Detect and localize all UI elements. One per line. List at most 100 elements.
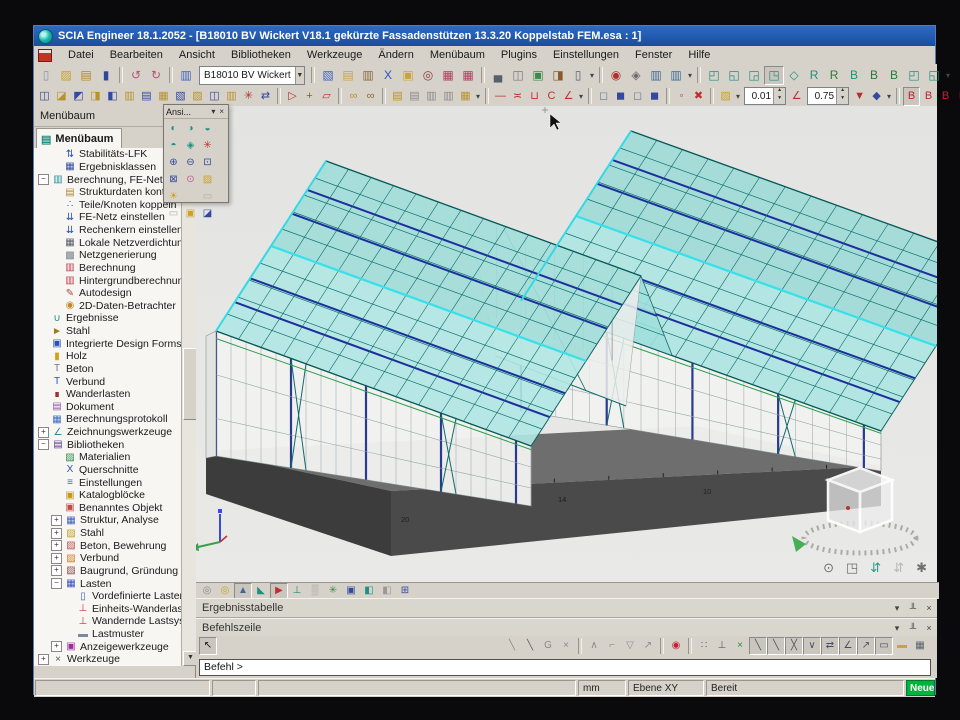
- expand-toggle[interactable]: −: [38, 174, 49, 185]
- view-grid-button[interactable]: ◰: [904, 66, 924, 85]
- snap-crossing-button[interactable]: ╳: [785, 637, 803, 655]
- solid-union-button[interactable]: ◼: [646, 87, 663, 106]
- redo-button[interactable]: ↻: [146, 66, 166, 85]
- zoom-out-button[interactable]: ⊖: [182, 154, 199, 171]
- tree-item-stabilit-ts-lfk[interactable]: ⇅Stabilitäts-LFK: [34, 148, 181, 161]
- menu-datei[interactable]: Datei: [60, 47, 102, 63]
- menu-ndern[interactable]: Ändern: [370, 47, 421, 63]
- tab-menubaum[interactable]: ▤ Menübaum: [36, 128, 122, 149]
- light-toggle-button[interactable]: ☀: [165, 188, 182, 205]
- tree-item-einheits-wanderlast[interactable]: ⊥Einheits-Wanderlast: [34, 603, 181, 616]
- expand-toggle[interactable]: +: [38, 654, 49, 665]
- member-dim-button[interactable]: ▥: [223, 87, 240, 106]
- snap-step-spinner[interactable]: 0.01▲▼: [744, 87, 786, 105]
- view-rendered-button[interactable]: ◲: [744, 66, 764, 85]
- close-icon[interactable]: ×: [921, 603, 937, 613]
- load-lock-button[interactable]: B: [954, 87, 960, 106]
- tree-item-benanntes-objekt[interactable]: ▣Benanntes Objekt: [34, 502, 181, 515]
- view-loads-button[interactable]: R: [824, 66, 844, 85]
- overflow-caret[interactable]: ▾: [577, 92, 585, 101]
- tree-item-stahl[interactable]: ►Stahl: [34, 325, 181, 338]
- copy-attributes-button[interactable]: ▥: [423, 87, 440, 106]
- view-top-button[interactable]: ◒: [199, 120, 216, 137]
- tree-item-lasten[interactable]: −▦Lasten: [34, 577, 181, 590]
- image-disabled-button[interactable]: ▭: [199, 188, 216, 205]
- show-wireframe-button[interactable]: ◧: [378, 583, 396, 599]
- view-beams-button[interactable]: ◰: [704, 66, 724, 85]
- tree-item-holz[interactable]: ▮Holz: [34, 350, 181, 363]
- recalculate-button[interactable]: ◉: [606, 66, 626, 85]
- dimension-star-button[interactable]: ✳: [240, 87, 257, 106]
- flip-view-icon[interactable]: ⇵: [870, 560, 881, 576]
- view-properties-button[interactable]: ◪: [199, 205, 216, 222]
- axonometric-view-button[interactable]: ✳: [199, 137, 216, 154]
- paste-button[interactable]: ▥: [358, 66, 378, 85]
- menu-bibliotheken[interactable]: Bibliotheken: [223, 47, 299, 63]
- clipboard-picture-button[interactable]: ▣: [398, 66, 418, 85]
- tree-item-strukturdaten-kontro[interactable]: ▤Strukturdaten kontro: [34, 186, 181, 199]
- save-archive-button[interactable]: ▤: [76, 66, 96, 85]
- load-case-b3-button[interactable]: B: [937, 87, 954, 106]
- undo-button[interactable]: ↺: [126, 66, 146, 85]
- viewport-settings-gear-icon[interactable]: ✱: [916, 560, 927, 576]
- view-dimensions-button[interactable]: B: [884, 66, 904, 85]
- tree-item-berechnungsprotokoll[interactable]: ▦Berechnungsprotokoll: [34, 413, 181, 426]
- expand-toggle[interactable]: +: [51, 553, 62, 564]
- drawing-gallery-button[interactable]: ▦: [458, 66, 478, 85]
- member-2d-button[interactable]: ◩: [70, 87, 87, 106]
- menu-men-baum[interactable]: Menübaum: [422, 47, 493, 63]
- tree-item-werkzeuge[interactable]: +×Werkzeuge: [34, 653, 181, 666]
- cutting-plane-button[interactable]: ✖: [690, 87, 707, 106]
- snap-curve-button[interactable]: G: [539, 637, 557, 655]
- member-info-button[interactable]: ◧: [104, 87, 121, 106]
- chevron-down-icon[interactable]: ▾: [209, 107, 217, 116]
- layers-edit-button[interactable]: ▤: [406, 87, 423, 106]
- menu-fenster[interactable]: Fenster: [627, 47, 680, 63]
- results-columns-button[interactable]: ▥: [646, 66, 666, 85]
- member-table-button[interactable]: ▤: [138, 87, 155, 106]
- snap-vertex-button[interactable]: ∨: [803, 637, 821, 655]
- tree-item-berechnung-fe-netz[interactable]: −▥Berechnung, FE-Netz: [34, 173, 181, 186]
- menu-hilfe[interactable]: Hilfe: [680, 47, 718, 63]
- tree-item-querschnitte[interactable]: XQuerschnitte: [34, 464, 181, 477]
- show-model-data-button[interactable]: ✳: [324, 583, 342, 599]
- command-line-panel-header[interactable]: Befehlszeile ▾ ╨ ×: [196, 618, 937, 638]
- tree-item-lokale-netzverdichtung[interactable]: ▦Lokale Netzverdichtung: [34, 236, 181, 249]
- print-preview-button[interactable]: ◫: [508, 66, 528, 85]
- close-icon[interactable]: ×: [217, 107, 226, 116]
- view-side-button[interactable]: ◑: [182, 120, 199, 137]
- menu-ansicht[interactable]: Ansicht: [171, 47, 223, 63]
- snap-angle-point-button[interactable]: ∠: [839, 637, 857, 655]
- member-grid-button[interactable]: ▨: [189, 87, 206, 106]
- render-mode-button[interactable]: ▒: [306, 583, 324, 599]
- save-button[interactable]: ▮: [96, 66, 116, 85]
- overflow-caret[interactable]: ▾: [734, 92, 742, 101]
- tree-item-vordefinierte-lasten[interactable]: ▯Vordefinierte Lasten: [34, 590, 181, 603]
- view-options-button[interactable]: ◱: [924, 66, 944, 85]
- view-axes-button[interactable]: ▲: [234, 583, 252, 599]
- menu-einstellungen[interactable]: Einstellungen: [545, 47, 627, 63]
- solid-box-filled-button[interactable]: ◼: [612, 87, 629, 106]
- member-check2-button[interactable]: ◫: [206, 87, 223, 106]
- member-hatch-button[interactable]: ▧: [172, 87, 189, 106]
- new-project-button[interactable]: ▯: [36, 66, 56, 85]
- tree-item-wanderlasten[interactable]: ∎Wanderlasten: [34, 388, 181, 401]
- dimension-style-button[interactable]: ▼: [851, 87, 868, 106]
- tree-item-lastmuster[interactable]: ▬Lastmuster: [34, 628, 181, 641]
- zoom-tool-icon[interactable]: ⊙: [823, 560, 834, 576]
- view-perspective-button[interactable]: ◓: [165, 137, 182, 154]
- view-front-button[interactable]: ◐: [165, 120, 182, 137]
- snap-settings-button[interactable]: ◉: [667, 637, 685, 655]
- pin-icon[interactable]: ╨: [905, 603, 921, 613]
- show-mesh-button[interactable]: ⊞: [396, 583, 414, 599]
- member-lines-button[interactable]: ▥: [121, 87, 138, 106]
- view-flag-button[interactable]: ▶: [270, 583, 288, 599]
- tree-item-netzgenerierung[interactable]: ▩Netzgenerierung: [34, 249, 181, 262]
- snap-intersection-button[interactable]: ⌐: [603, 637, 621, 655]
- tree-item-teile-knoten-koppeln[interactable]: ∴Teile/Knoten koppeln: [34, 199, 181, 212]
- tree-item-ergebnisse[interactable]: ∪Ergebnisse: [34, 312, 181, 325]
- tree-item-anzeigewerkzeuge[interactable]: +▣Anzeigewerkzeuge: [34, 640, 181, 653]
- view-labels-button[interactable]: B: [844, 66, 864, 85]
- section-plane-button[interactable]: ◣: [252, 583, 270, 599]
- flip-view-disabled-icon[interactable]: ⇵: [893, 560, 904, 576]
